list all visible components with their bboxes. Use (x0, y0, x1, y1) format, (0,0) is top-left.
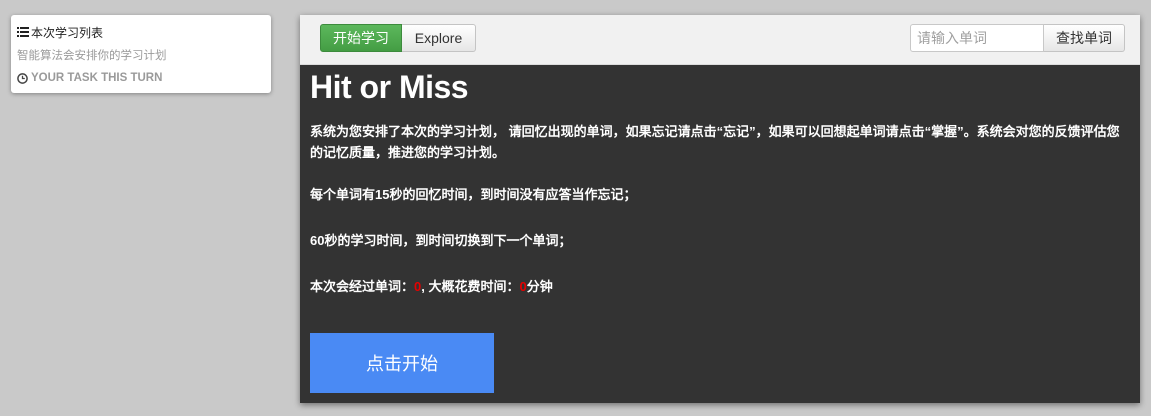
mode-button-group: 开始学习 Explore (320, 24, 476, 52)
toolbar: 开始学习 Explore 查找单词 (300, 15, 1140, 65)
study-rule-text: 60秒的学习时间，到时间切换到下一个单词； (310, 233, 572, 248)
study-list-title-row[interactable]: 本次学习列表 (17, 24, 265, 40)
task-this-turn-label: YOUR TASK THIS TURN (31, 72, 163, 84)
words-label: 本次会经过单词： (310, 279, 415, 294)
intro-text: 系统为您安排了本次的学习计划， 请回忆出现的单词，如果忘记请点击“忘记”，如果可… (310, 124, 1120, 160)
word-search-input[interactable] (910, 24, 1044, 52)
list-icon (17, 27, 29, 37)
session-summary: 本次会经过单词：0, 大概花费时间：0分钟 (310, 276, 1130, 297)
main-panel: 开始学习 Explore 查找单词 Hit or Miss 系统为您安排了本次的… (300, 15, 1140, 403)
start-study-button[interactable]: 开始学习 (320, 24, 402, 52)
search-word-button[interactable]: 查找单词 (1044, 24, 1125, 52)
recall-rule-text: 每个单词有15秒的回忆时间，到时间没有应答当作忘记； (310, 187, 637, 202)
page-title: Hit or Miss (310, 69, 469, 105)
clock-icon (17, 72, 28, 84)
task-this-turn-row: YOUR TASK THIS TURN (17, 70, 265, 86)
instructions: Hit or Miss 系统为您安排了本次的学习计划， 请回忆出现的单词，如果忘… (300, 65, 1140, 297)
time-unit: 分钟 (526, 279, 553, 294)
word-search: 查找单词 (910, 24, 1125, 52)
explore-button[interactable]: Explore (402, 24, 476, 52)
study-list-title: 本次学习列表 (31, 25, 104, 40)
study-list-card: 本次学习列表 智能算法会安排你的学习计划 YOUR TASK THIS TURN (11, 15, 271, 93)
study-plan-subtitle: 智能算法会安排你的学习计划 (17, 50, 167, 62)
time-label: , 大概花费时间： (421, 279, 520, 294)
click-to-start-button[interactable]: 点击开始 (310, 333, 494, 393)
time-value: 0 (519, 279, 527, 294)
